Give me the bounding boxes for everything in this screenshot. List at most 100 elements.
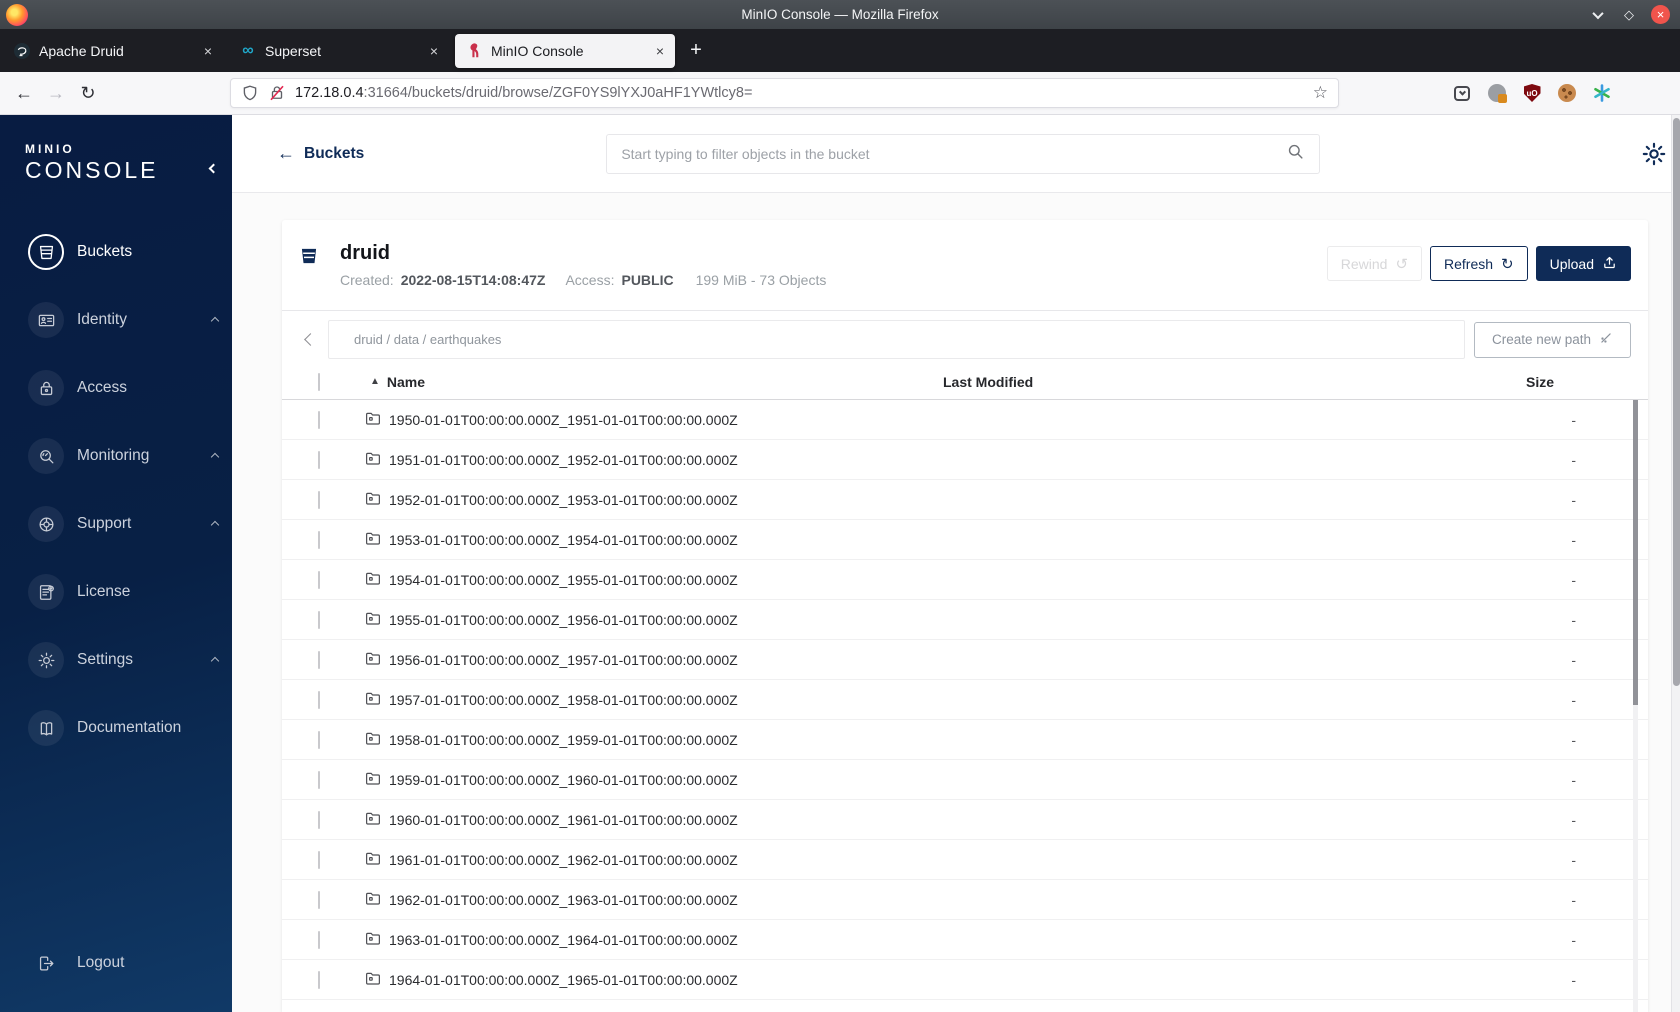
row-checkbox[interactable] — [318, 810, 320, 829]
chevron-up-icon[interactable] — [210, 651, 220, 669]
sidebar-item-label: Logout — [77, 954, 125, 971]
apache-druid-favicon — [14, 42, 30, 59]
refresh-button[interactable]: Refresh ↻ — [1430, 246, 1528, 281]
new-tab-button[interactable]: + — [683, 38, 709, 64]
table-row[interactable]: 1958-01-01T00:00:00.000Z_1959-01-01T00:0… — [282, 720, 1648, 760]
tab-close-icon[interactable]: × — [204, 43, 212, 59]
sidebar-item-identity[interactable]: Identity — [28, 302, 220, 338]
rewind-icon: ↺ — [1395, 255, 1409, 273]
asterisk-extension-icon[interactable] — [1592, 83, 1612, 103]
object-filter-searchbox[interactable] — [606, 133, 1321, 174]
row-checkbox[interactable] — [318, 970, 320, 989]
table-row[interactable]: 1964-01-01T00:00:00.000Z_1965-01-01T00:0… — [282, 960, 1648, 1000]
row-checkbox[interactable] — [318, 490, 320, 509]
row-checkbox[interactable] — [318, 930, 320, 949]
table-row[interactable]: 1959-01-01T00:00:00.000Z_1960-01-01T00:0… — [282, 760, 1648, 800]
ublock-origin-icon[interactable]: uO — [1522, 83, 1542, 103]
bucket-icon — [299, 246, 319, 271]
back-button[interactable]: ← — [8, 78, 40, 108]
page-scrollbar-thumb[interactable] — [1673, 118, 1680, 686]
documentation-icon — [28, 710, 64, 746]
table-row[interactable]: 1953-01-01T00:00:00.000Z_1954-01-01T00:0… — [282, 520, 1648, 560]
cookie-extension-icon[interactable] — [1557, 83, 1577, 103]
back-to-buckets-link[interactable]: ← Buckets — [277, 143, 364, 164]
table-row[interactable]: 1960-01-01T00:00:00.000Z_1961-01-01T00:0… — [282, 800, 1648, 840]
table-scrollbar[interactable] — [1633, 400, 1638, 1012]
column-header-size[interactable]: Size — [1526, 374, 1648, 390]
table-row[interactable]: 1951-01-01T00:00:00.000Z_1952-01-01T00:0… — [282, 440, 1648, 480]
identity-icon — [28, 302, 64, 338]
insecure-lock-icon[interactable] — [268, 84, 286, 102]
row-checkbox[interactable] — [318, 610, 320, 629]
breadcrumb-path: druid / data / earthquakes — [354, 332, 502, 347]
url-host: 172.18.0.4 — [295, 85, 364, 101]
create-new-path-button[interactable]: Create new path — [1474, 321, 1631, 358]
forward-button[interactable]: → — [40, 78, 72, 108]
object-size: - — [1571, 851, 1576, 868]
rewind-button[interactable]: Rewind ↺ — [1326, 246, 1423, 281]
row-checkbox[interactable] — [318, 450, 320, 469]
sidebar-item-buckets[interactable]: Buckets — [28, 234, 218, 270]
column-header-name[interactable]: ▲ Name — [350, 374, 943, 390]
row-checkbox[interactable] — [318, 650, 320, 669]
table-row[interactable]: 1952-01-01T00:00:00.000Z_1953-01-01T00:0… — [282, 480, 1648, 520]
row-checkbox[interactable] — [318, 770, 320, 789]
folder-icon — [364, 649, 382, 670]
table-row[interactable]: 1962-01-01T00:00:00.000Z_1963-01-01T00:0… — [282, 880, 1648, 920]
brand-console: CONSOLE — [25, 157, 159, 183]
row-checkbox[interactable] — [318, 850, 320, 869]
sidebar-item-support[interactable]: Support — [28, 506, 220, 542]
row-checkbox[interactable] — [318, 410, 320, 429]
tab-close-icon[interactable]: × — [430, 43, 438, 59]
breadcrumb[interactable]: druid / data / earthquakes — [328, 320, 1465, 359]
window-close-button[interactable]: × — [1651, 5, 1670, 24]
path-back-button[interactable] — [304, 331, 317, 349]
row-checkbox[interactable] — [318, 530, 320, 549]
table-row[interactable]: 1950-01-01T00:00:00.000Z_1951-01-01T00:0… — [282, 400, 1648, 440]
table-row[interactable]: 1961-01-01T00:00:00.000Z_1962-01-01T00:0… — [282, 840, 1648, 880]
sidebar-item-logout[interactable]: Logout — [28, 946, 218, 980]
settings-gear-icon[interactable] — [1641, 141, 1667, 167]
chevron-up-icon[interactable] — [210, 515, 220, 533]
pocket-icon[interactable] — [1452, 83, 1472, 103]
proxy-extension-icon[interactable] — [1487, 83, 1507, 103]
sidebar-collapse-button[interactable] — [208, 159, 219, 177]
column-header-last-modified[interactable]: Last Modified — [943, 374, 1526, 390]
tab-superset[interactable]: ∞ Superset × — [229, 34, 449, 68]
tracking-protection-shield-icon[interactable] — [241, 84, 259, 102]
window-maximize-button[interactable]: ◇ — [1620, 6, 1638, 24]
tab-apache-druid[interactable]: Apache Druid × — [3, 34, 223, 68]
table-row[interactable]: 1954-01-01T00:00:00.000Z_1955-01-01T00:0… — [282, 560, 1648, 600]
chevron-up-icon[interactable] — [210, 311, 220, 329]
table-row[interactable]: 1957-01-01T00:00:00.000Z_1958-01-01T00:0… — [282, 680, 1648, 720]
menu-hamburger-icon[interactable] — [1627, 83, 1644, 103]
table-row[interactable]: 1956-01-01T00:00:00.000Z_1957-01-01T00:0… — [282, 640, 1648, 680]
table-row[interactable]: 1963-01-01T00:00:00.000Z_1964-01-01T00:0… — [282, 920, 1648, 960]
sidebar-item-documentation[interactable]: Documentation — [28, 710, 218, 746]
sidebar-item-access[interactable]: Access — [28, 370, 218, 406]
row-checkbox[interactable] — [318, 690, 320, 709]
sidebar-item-license[interactable]: License — [28, 574, 218, 610]
reload-button[interactable]: ↻ — [72, 78, 104, 108]
select-all-checkbox[interactable] — [318, 372, 320, 391]
sidebar-item-settings[interactable]: Settings — [28, 642, 220, 678]
sidebar-item-monitoring[interactable]: Monitoring — [28, 438, 220, 474]
tab-close-icon[interactable]: × — [656, 43, 664, 59]
page-scrollbar[interactable] — [1671, 115, 1680, 1012]
url-bar[interactable]: 172.18.0.4:31664/buckets/druid/browse/ZG… — [230, 78, 1339, 108]
chevron-up-icon[interactable] — [210, 447, 220, 465]
table-scrollbar-thumb[interactable] — [1633, 400, 1638, 705]
row-checkbox[interactable] — [318, 570, 320, 589]
search-input[interactable] — [621, 145, 1287, 162]
url-text[interactable]: 172.18.0.4:31664/buckets/druid/browse/ZG… — [295, 85, 1313, 101]
object-size: - — [1571, 931, 1576, 948]
tab-label: Superset — [265, 42, 322, 59]
upload-button[interactable]: Upload — [1535, 246, 1631, 281]
row-checkbox[interactable] — [318, 730, 320, 749]
tab-minio-console[interactable]: MinIO Console × — [455, 33, 675, 68]
bookmark-star-icon[interactable]: ☆ — [1313, 83, 1328, 103]
monitoring-icon — [28, 438, 64, 474]
table-row[interactable]: 1955-01-01T00:00:00.000Z_1956-01-01T00:0… — [282, 600, 1648, 640]
row-checkbox[interactable] — [318, 890, 320, 909]
window-minimize-button[interactable] — [1589, 6, 1607, 24]
